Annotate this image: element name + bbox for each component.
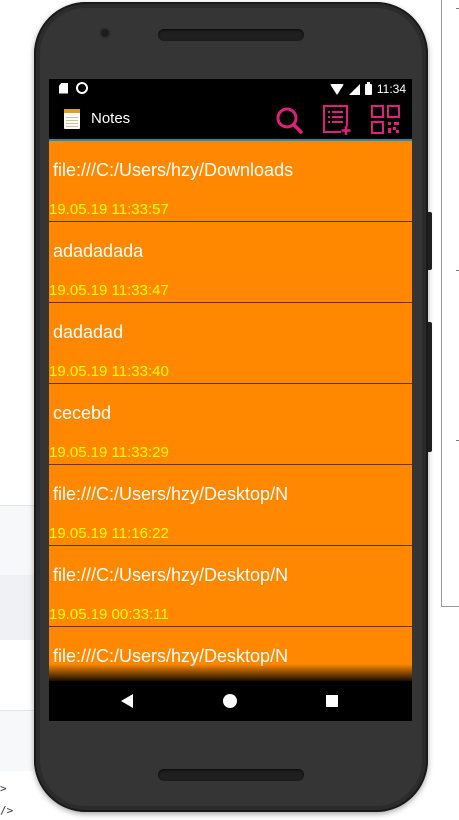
list-fade-edge — [49, 664, 412, 681]
search-button[interactable] — [273, 104, 305, 136]
note-item[interactable]: adadadada 19.05.19 11:33:47 — [49, 222, 412, 303]
note-title: file:///C:/Users/hzy/Desktop/N — [53, 484, 289, 504]
circle-notification-icon — [76, 82, 88, 94]
note-title: file:///C:/Users/hzy/Desktop/N — [53, 565, 289, 585]
qr-code-icon — [371, 105, 400, 134]
notes-list[interactable]: file:///C:/Users/hzy/Downloads 19.05.19 … — [49, 141, 412, 681]
front-camera — [101, 29, 109, 37]
home-icon[interactable] — [223, 694, 237, 708]
status-bar: 11:34 — [49, 79, 412, 99]
bottom-speaker — [158, 769, 304, 781]
note-title: cecebd — [53, 403, 112, 423]
app-title: Notes — [91, 110, 131, 127]
note-date: 19.05.19 11:33:47 — [49, 282, 169, 299]
code-fragment: /> — [0, 804, 14, 817]
notes-app-icon — [64, 109, 80, 129]
wifi-icon — [329, 83, 344, 95]
search-icon — [276, 107, 303, 134]
ide-side-panel — [441, 0, 459, 607]
note-date: 19.05.19 11:16:22 — [49, 525, 169, 542]
note-item[interactable]: cecebd 19.05.19 11:33:29 — [49, 384, 412, 465]
note-date: 19.05.19 11:33:40 — [49, 363, 169, 380]
status-time: 11:34 — [376, 82, 406, 96]
navigation-bar — [49, 681, 412, 721]
app-toolbar: Notes — [49, 99, 412, 141]
volume-button[interactable] — [428, 322, 432, 452]
code-fragment: > — [0, 782, 7, 795]
sd-card-icon — [59, 82, 68, 94]
note-date: 19.05.19 11:33:57 — [49, 201, 169, 218]
note-item[interactable]: file:///C:/Users/hzy/Desktop/N 19.05.19 … — [49, 465, 412, 546]
note-title: file:///C:/Users/hzy/Downloads — [53, 160, 294, 180]
earpiece-speaker — [158, 29, 304, 41]
note-item[interactable]: file:///C:/Users/hzy/Downloads 19.05.19 … — [49, 141, 412, 222]
note-date: 19.05.19 00:33:11 — [49, 606, 169, 623]
signal-icon — [348, 83, 360, 95]
new-note-icon — [323, 105, 351, 135]
recent-apps-icon[interactable] — [326, 695, 338, 707]
note-item[interactable]: file:///C:/Users/hzy/Desktop/N 19.05.19 … — [49, 546, 412, 627]
battery-icon — [364, 81, 372, 95]
note-title: adadadada — [53, 241, 144, 261]
note-item[interactable]: dadadad 19.05.19 11:33:40 — [49, 303, 412, 384]
phone-screen: 11:34 Notes file:///C:/Users/hzy/Downloa… — [49, 79, 412, 721]
note-title: dadadad — [53, 322, 124, 342]
back-icon[interactable] — [121, 694, 133, 708]
note-date: 19.05.19 11:33:29 — [49, 444, 169, 461]
power-button[interactable] — [428, 212, 432, 270]
new-note-button[interactable] — [321, 104, 353, 136]
qr-code-button[interactable] — [370, 104, 402, 136]
